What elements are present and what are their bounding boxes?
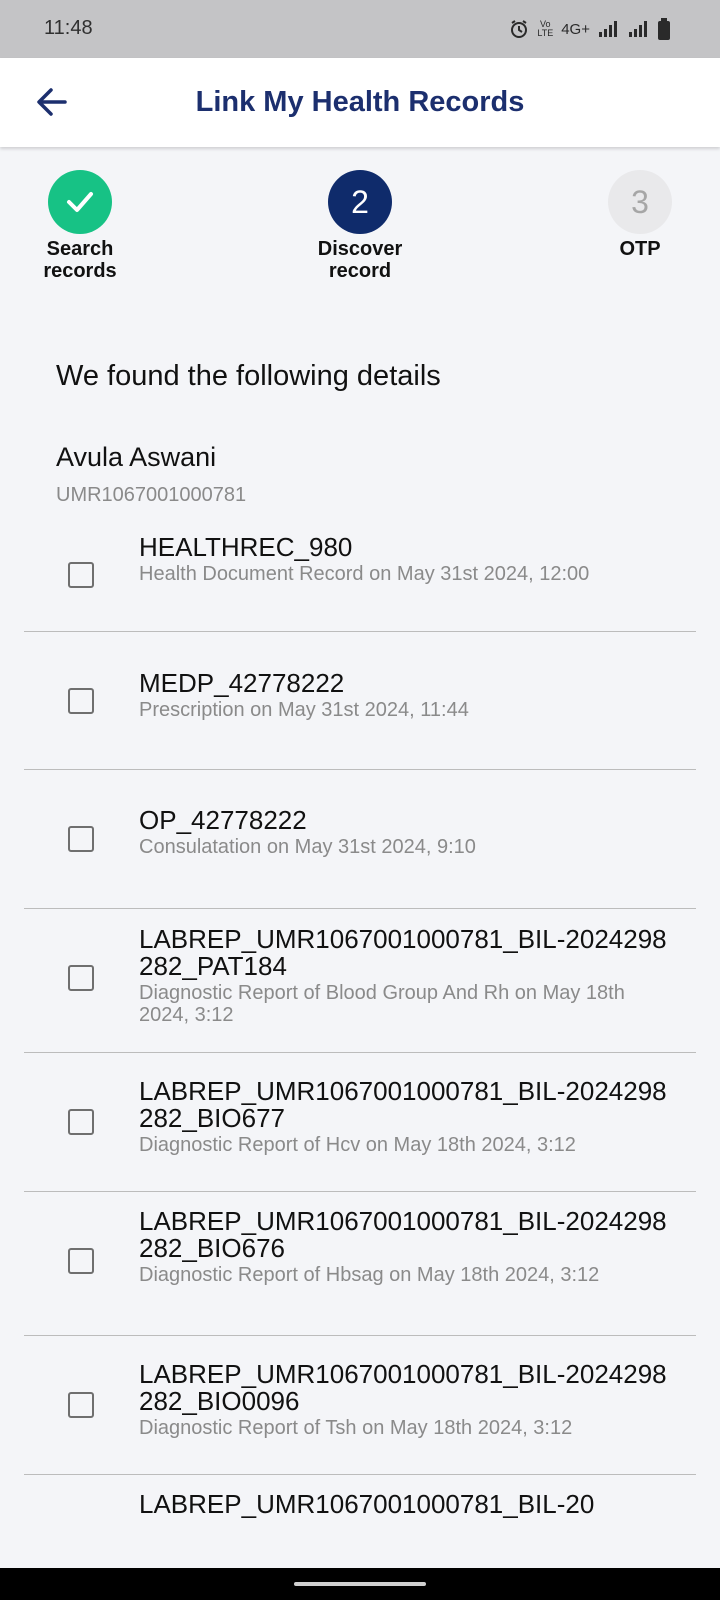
list-item[interactable]: LABREP_UMR1067001000781_BIL-2024298282_B…	[24, 1053, 696, 1192]
step-discover-record: 2 Discover record	[290, 170, 430, 282]
record-subtitle: Health Document Record on May 31st 2024,…	[139, 563, 590, 585]
list-item[interactable]: HEALTHREC_980 Health Document Record on …	[24, 530, 696, 632]
patient-name: Avula Aswani	[56, 442, 217, 472]
record-checkbox[interactable]	[68, 1392, 94, 1418]
list-item[interactable]: LABREP_UMR1067001000781_BIL-2024298282_B…	[24, 1192, 696, 1336]
list-item[interactable]: MEDP_42778222 Prescription on May 31st 2…	[24, 632, 696, 770]
step-label: OTP	[619, 238, 661, 260]
record-title: HEALTHREC_980	[139, 532, 353, 562]
step-label: Discover record	[317, 238, 403, 282]
record-title: LABREP_UMR1067001000781_BIL-2024298282_B…	[139, 1359, 667, 1416]
record-text: HEALTHREC_980 Health Document Record on …	[139, 532, 679, 586]
record-checkbox[interactable]	[68, 1248, 94, 1274]
section-heading: We found the following details	[56, 360, 441, 392]
record-text: LABREP_UMR1067001000781_BIL-2024298282_P…	[139, 924, 679, 1027]
record-title: OP_42778222	[139, 805, 307, 835]
patient-id: UMR1067001000781	[56, 484, 247, 506]
system-nav-bar	[0, 1568, 720, 1600]
list-item[interactable]: LABREP_UMR1067001000781_BIL-20	[24, 1475, 696, 1535]
record-checkbox[interactable]	[68, 1109, 94, 1135]
record-text: LABREP_UMR1067001000781_BIL-20	[139, 1491, 679, 1518]
list-item[interactable]: LABREP_UMR1067001000781_BIL-2024298282_P…	[24, 909, 696, 1053]
list-item[interactable]: OP_42778222 Consulatation on May 31st 20…	[24, 770, 696, 909]
home-gesture-handle[interactable]	[294, 1582, 426, 1586]
check-icon	[67, 192, 93, 212]
status-time: 11:48	[44, 17, 93, 39]
signal-icon-2	[629, 21, 647, 37]
record-checkbox[interactable]	[68, 688, 94, 714]
record-title: LABREP_UMR1067001000781_BIL-20	[139, 1489, 595, 1519]
record-title: MEDP_42778222	[139, 668, 345, 698]
record-checkbox[interactable]	[68, 562, 94, 588]
step-number: 3	[608, 170, 672, 234]
step-number: 2	[328, 170, 392, 234]
status-icons: Vo LTE 4G+	[509, 18, 670, 40]
record-subtitle: Prescription on May 31st 2024, 11:44	[139, 699, 469, 721]
record-text: LABREP_UMR1067001000781_BIL-2024298282_B…	[139, 1206, 679, 1287]
record-title: LABREP_UMR1067001000781_BIL-2024298282_B…	[139, 1076, 667, 1133]
page-title: Link My Health Records	[195, 86, 525, 118]
record-subtitle: Diagnostic Report of Hcv on May 18th 202…	[139, 1134, 576, 1156]
battery-icon	[658, 18, 670, 40]
record-subtitle: Diagnostic Report of Hbsag on May 18th 2…	[139, 1264, 600, 1286]
record-list: HEALTHREC_980 Health Document Record on …	[24, 530, 696, 1535]
record-subtitle: Diagnostic Report of Tsh on May 18th 202…	[139, 1417, 573, 1439]
list-item[interactable]: LABREP_UMR1067001000781_BIL-2024298282_B…	[24, 1336, 696, 1475]
record-subtitle: Consulatation on May 31st 2024, 9:10	[139, 836, 476, 858]
record-text: LABREP_UMR1067001000781_BIL-2024298282_B…	[139, 1359, 679, 1440]
alarm-icon	[511, 20, 528, 38]
stepper: Search records 2 Discover record 3 OTP	[0, 170, 720, 290]
step-complete-circle	[48, 170, 112, 234]
signal-icon	[599, 21, 617, 37]
record-text: MEDP_42778222 Prescription on May 31st 2…	[139, 668, 679, 722]
record-title: LABREP_UMR1067001000781_BIL-2024298282_B…	[139, 1206, 667, 1263]
step-search-records: Search records	[10, 170, 150, 282]
step-label: Search records	[43, 238, 117, 282]
volte-icon: Vo LTE	[537, 19, 554, 38]
app-bar: Link My Health Records	[0, 58, 720, 147]
network-type: 4G+	[561, 20, 590, 38]
record-checkbox[interactable]	[68, 965, 94, 991]
record-checkbox[interactable]	[68, 826, 94, 852]
status-bar: 11:48 Vo LTE 4G+	[0, 0, 720, 58]
step-otp: 3 OTP	[570, 170, 710, 260]
record-subtitle: Diagnostic Report of Blood Group And Rh …	[139, 982, 625, 1026]
record-title: LABREP_UMR1067001000781_BIL-2024298282_P…	[139, 924, 667, 981]
record-text: LABREP_UMR1067001000781_BIL-2024298282_B…	[139, 1076, 679, 1157]
record-text: OP_42778222 Consulatation on May 31st 20…	[139, 805, 679, 859]
